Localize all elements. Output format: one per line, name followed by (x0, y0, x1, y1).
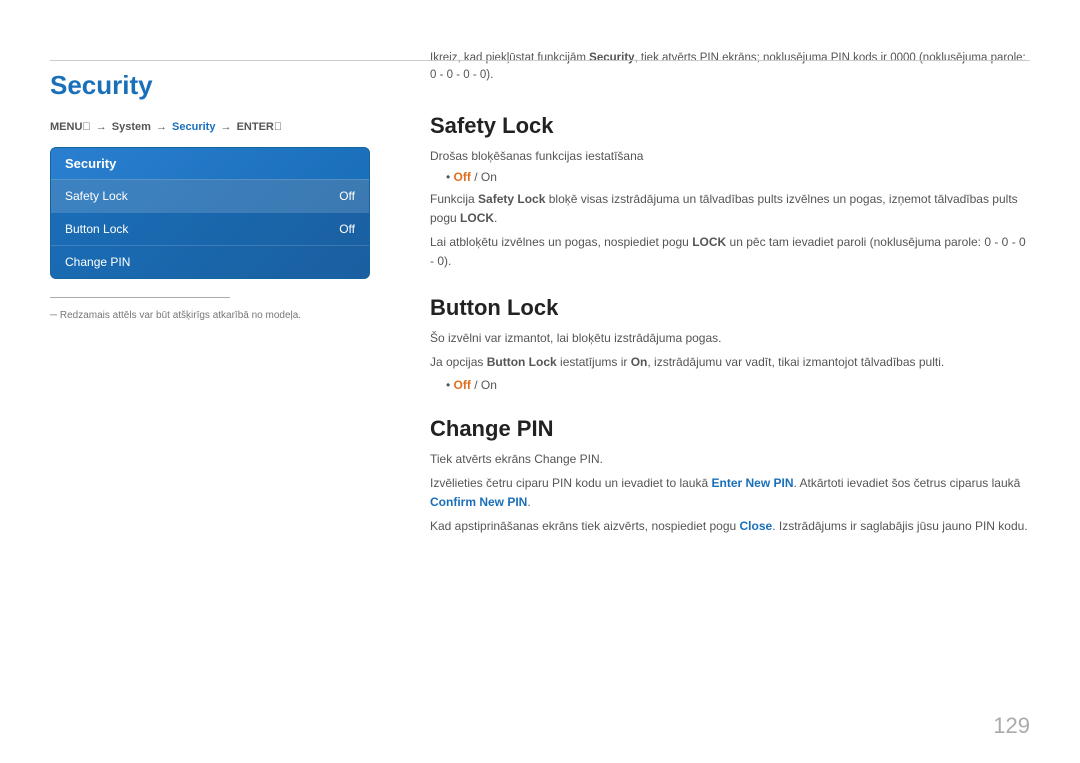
change-pin-body2: Izvēlieties četru ciparu PIN kodu un iev… (430, 474, 1030, 512)
right-column: Ikreiz, kad piekļūstat funkcijām Securit… (370, 40, 1030, 733)
change-pin-title: Change PIN (430, 416, 1030, 442)
menu-header: Security (51, 148, 369, 179)
page-title: Security (50, 70, 370, 101)
menu-box: Security Safety Lock Off Button Lock Off… (50, 147, 370, 279)
menu-item-button-lock[interactable]: Button Lock Off (51, 212, 369, 245)
left-divider (50, 297, 230, 298)
safety-lock-body2: Lai atbloķētu izvēlnes un pogas, nospied… (430, 233, 1030, 271)
slash-sep: / (474, 170, 481, 184)
footnote: ─ Redzamais attēls var būt atšķirīgs atk… (50, 308, 370, 323)
button-lock-bullet: Off / On (446, 378, 1030, 392)
safety-lock-section: Safety Lock Drošas bloķēšanas funkcijas … (430, 113, 1030, 272)
breadcrumb: MENU → System → Security → ENTER (50, 121, 370, 133)
safety-lock-title: Safety Lock (430, 113, 1030, 139)
breadcrumb-arrow3: → (221, 121, 235, 133)
safety-lock-value: Off (339, 189, 355, 203)
on-text: On (481, 170, 497, 184)
safety-lock-label: Safety Lock (65, 189, 128, 203)
safety-lock-body1: Funkcija Safety Lock bloķē visas izstrād… (430, 190, 1030, 228)
page-number: 129 (993, 713, 1030, 739)
change-pin-body1: Tiek atvērts ekrāns Change PIN. (430, 450, 1030, 469)
off-text2: Off (454, 378, 471, 392)
top-divider (50, 60, 1030, 61)
change-pin-label: Change PIN (65, 255, 130, 269)
intro-text: Ikreiz, kad piekļūstat funkcijām Securit… (430, 50, 1030, 85)
button-lock-body2: Ja opcijas Button Lock iestatījums ir On… (430, 353, 1030, 372)
change-pin-body3: Kad apstiprināšanas ekrāns tiek aizvērts… (430, 517, 1030, 536)
on-text2: On (481, 378, 497, 392)
button-lock-body1: Šo izvēlni var izmantot, lai bloķētu izs… (430, 329, 1030, 348)
breadcrumb-system: System (112, 121, 151, 133)
breadcrumb-arrow1: → (96, 121, 110, 133)
button-lock-title: Button Lock (430, 295, 1030, 321)
breadcrumb-enter: ENTER (237, 121, 283, 133)
button-lock-value: Off (339, 222, 355, 236)
slash-sep2: / (474, 378, 481, 392)
menu-item-safety-lock[interactable]: Safety Lock Off (51, 179, 369, 212)
off-text: Off (454, 170, 471, 184)
breadcrumb-arrow2: → (156, 121, 170, 133)
menu-item-change-pin[interactable]: Change PIN (51, 245, 369, 278)
safety-lock-bullet: Off / On (446, 170, 1030, 184)
button-lock-label: Button Lock (65, 222, 128, 236)
breadcrumb-menu: MENU (50, 121, 91, 133)
change-pin-section: Change PIN Tiek atvērts ekrāns Change PI… (430, 416, 1030, 537)
intro-bold: Security (589, 52, 634, 64)
left-column: Security MENU → System → Security → ENT… (50, 40, 370, 733)
safety-lock-desc: Drošas bloķēšanas funkcijas iestatīšana (430, 147, 1030, 165)
breadcrumb-security: Security (172, 121, 215, 133)
button-lock-section: Button Lock Šo izvēlni var izmantot, lai… (430, 295, 1030, 391)
